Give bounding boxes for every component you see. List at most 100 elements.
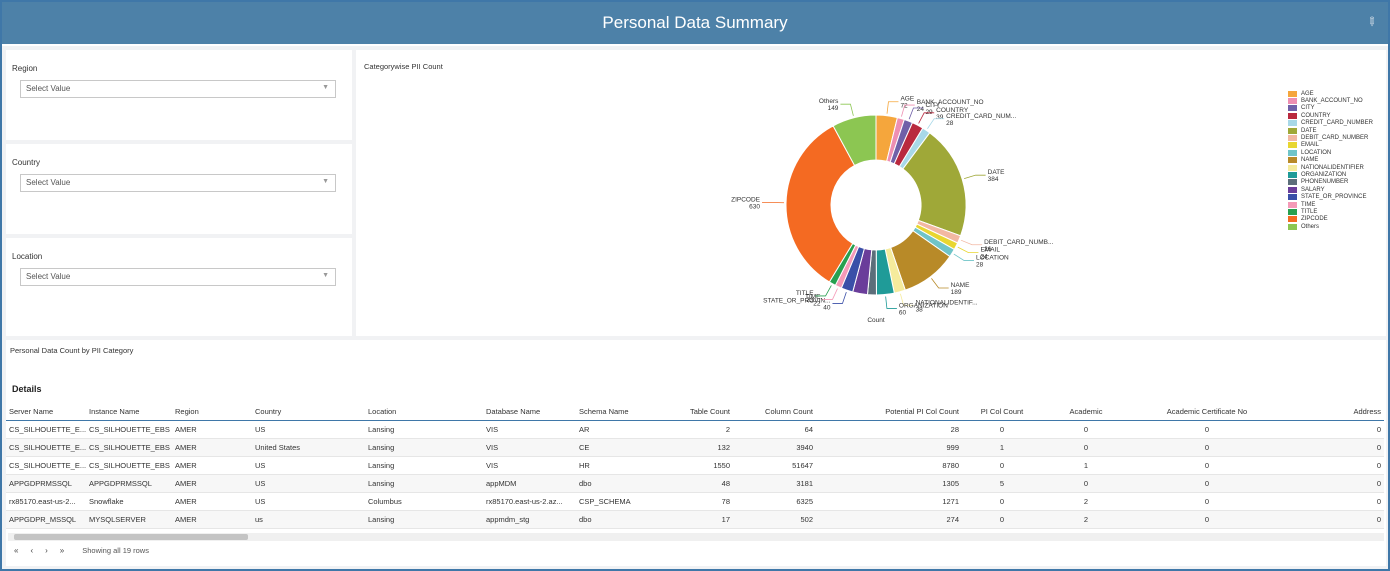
region-select-placeholder: Select Value bbox=[26, 84, 71, 93]
table-cell: VIS bbox=[483, 456, 576, 475]
table-cell: 1550 bbox=[648, 456, 733, 475]
table-cell: 2 bbox=[648, 420, 733, 439]
legend-swatch bbox=[1288, 112, 1297, 119]
column-header[interactable]: Region bbox=[172, 403, 252, 421]
scrollbar-thumb[interactable] bbox=[14, 534, 248, 540]
table-row[interactable]: APPGDPR_MSSQL MYSQLSERVER AMER us Lansing app… bbox=[6, 510, 1384, 529]
slice-value-label: 149 bbox=[828, 105, 839, 112]
legend-item[interactable]: EMAIL bbox=[1288, 142, 1373, 149]
legend-item[interactable]: Others bbox=[1288, 223, 1373, 230]
table-cell: 5 bbox=[962, 474, 1042, 493]
column-header[interactable]: Location bbox=[365, 403, 483, 421]
column-header[interactable]: Table Count bbox=[648, 403, 733, 421]
dashboard-frame: Personal Data Summary ✎ Region Select Va… bbox=[0, 0, 1390, 571]
column-header[interactable]: Schema Name bbox=[576, 403, 648, 421]
legend-item[interactable]: SALARY bbox=[1288, 186, 1373, 193]
column-header[interactable]: Country bbox=[252, 403, 365, 421]
chevron-down-icon: ▼ bbox=[322, 178, 329, 185]
legend-item[interactable]: ORGANIZATION bbox=[1288, 171, 1373, 178]
table-cell: 48 bbox=[648, 474, 733, 493]
region-filter-panel: Region Select Value ▼ bbox=[6, 50, 352, 140]
legend-item[interactable]: NAME bbox=[1288, 157, 1373, 164]
table-row[interactable]: CS_SILHOUETTE_E... CS_SILHOUETTE_EBS AMER U… bbox=[6, 438, 1384, 457]
legend-label: LOCATION bbox=[1301, 149, 1332, 156]
legend-swatch bbox=[1288, 157, 1297, 164]
column-header[interactable]: Database Name bbox=[483, 403, 576, 421]
horizontal-scrollbar[interactable] bbox=[8, 533, 1384, 541]
table-cell: 0 bbox=[1284, 492, 1384, 511]
table-cell: 1271 bbox=[816, 492, 962, 511]
table-cell: AMER bbox=[172, 510, 252, 529]
column-header[interactable]: Address bbox=[1284, 403, 1384, 421]
legend-item[interactable]: PHONENUMBER bbox=[1288, 179, 1373, 186]
table-cell: 0 bbox=[962, 456, 1042, 475]
chevron-down-icon: ▼ bbox=[322, 84, 329, 91]
table-cell: APPGDPRMSSQL bbox=[86, 474, 172, 493]
legend-item[interactable]: AGE bbox=[1288, 90, 1373, 97]
slice-label: STATE_OR_PROVIN... bbox=[763, 297, 830, 304]
pii-table-panel: Personal Data Count by PII Category Deta… bbox=[6, 340, 1386, 566]
chart-legend: AGE BANK_ACCOUNT_NO CITY COUNTRY CREDIT_CARD… bbox=[1288, 90, 1373, 230]
legend-label: Others bbox=[1301, 223, 1320, 230]
table-cell: APPGDPR_MSSQL bbox=[6, 510, 86, 529]
table-row[interactable]: CS_SILHOUETTE_E... CS_SILHOUETTE_EBS AMER U… bbox=[6, 420, 1384, 439]
pii-donut-chart: AGE72BANK_ACCOUNT_NO24CITY29 COUNTRY39 CRE… bbox=[731, 96, 1054, 324]
column-header[interactable]: Instance Name bbox=[86, 403, 172, 421]
legend-item[interactable]: COUNTRY bbox=[1288, 112, 1373, 119]
table-cell: 2 bbox=[1042, 510, 1130, 529]
legend-item[interactable]: NATIONALIDENTIFIER bbox=[1288, 164, 1373, 171]
region-select[interactable]: Select Value ▼ bbox=[20, 80, 336, 98]
legend-item[interactable]: LOCATION bbox=[1288, 149, 1373, 156]
table-cell: 0 bbox=[962, 420, 1042, 439]
legend-item[interactable]: STATE_OR_PROVINCE bbox=[1288, 193, 1373, 201]
legend-swatch bbox=[1288, 164, 1297, 171]
legend-item[interactable]: DEBIT_CARD_NUMBER bbox=[1288, 134, 1373, 142]
legend-label: ORGANIZATION bbox=[1301, 171, 1347, 178]
table-row[interactable]: rx85170.east-us-2... Snowflake AMER US Colum… bbox=[6, 492, 1384, 511]
slice-label: EMAIL bbox=[980, 247, 1000, 254]
column-header[interactable]: Academic bbox=[1042, 403, 1130, 421]
first-page-button[interactable]: « bbox=[14, 546, 18, 555]
table-row[interactable]: CS_SILHOUETTE_E... CS_SILHOUETTE_EBS AMER U… bbox=[6, 456, 1384, 475]
column-header[interactable]: Column Count bbox=[733, 403, 816, 421]
table-cell: CS_SILHOUETTE_EBS bbox=[86, 456, 172, 475]
table-cell: 999 bbox=[816, 438, 962, 457]
legend-item[interactable]: ZIPCODE bbox=[1288, 216, 1373, 223]
legend-swatch bbox=[1288, 135, 1297, 142]
column-header[interactable]: Potential PI Col Count bbox=[816, 403, 962, 421]
table-cell: 0 bbox=[1284, 456, 1384, 475]
legend-swatch bbox=[1288, 201, 1297, 208]
legend-label: CREDIT_CARD_NUMBER bbox=[1301, 120, 1374, 127]
legend-label: SALARY bbox=[1301, 186, 1325, 193]
column-header[interactable]: PI Col Count bbox=[962, 403, 1042, 421]
next-page-button[interactable]: › bbox=[45, 546, 48, 555]
table-cell: 1 bbox=[1042, 456, 1130, 475]
legend-label: CITY bbox=[1301, 105, 1315, 112]
details-table-viewport[interactable]: Server Name Instance Name Region Country Loc… bbox=[6, 403, 1386, 533]
edit-pencil-icon[interactable]: ✎ bbox=[1363, 13, 1383, 33]
column-header[interactable]: Server Name bbox=[6, 403, 86, 421]
legend-item[interactable]: DATE bbox=[1288, 127, 1373, 134]
table-cell: US bbox=[252, 456, 365, 475]
last-page-button[interactable]: » bbox=[60, 546, 64, 555]
table-cell: rx85170.east-us-2... bbox=[6, 492, 86, 511]
legend-item[interactable]: CREDIT_CARD_NUMBER bbox=[1288, 120, 1373, 127]
legend-swatch bbox=[1288, 171, 1297, 178]
column-header[interactable]: Academic Certificate No bbox=[1130, 403, 1284, 421]
table-cell: 132 bbox=[648, 438, 733, 457]
table-cell: 1 bbox=[962, 438, 1042, 457]
table-cell: dbo bbox=[576, 510, 648, 529]
prev-page-button[interactable]: ‹ bbox=[30, 546, 33, 555]
table-row[interactable]: APPGDPRMSSQL APPGDPRMSSQL AMER US Lansing app… bbox=[6, 474, 1384, 493]
legend-swatch bbox=[1288, 194, 1297, 201]
legend-item[interactable]: CITY bbox=[1288, 105, 1373, 112]
country-select[interactable]: Select Value ▼ bbox=[20, 174, 336, 192]
slice-value-label: 28 bbox=[946, 120, 954, 127]
table-cell: dbo bbox=[576, 474, 648, 493]
legend-item[interactable]: TIME bbox=[1288, 201, 1373, 208]
legend-item[interactable]: BANK_ACCOUNT_NO bbox=[1288, 97, 1373, 105]
legend-item[interactable]: TITLE bbox=[1288, 208, 1373, 215]
location-select[interactable]: Select Value ▼ bbox=[20, 268, 336, 286]
slice-value-label: 630 bbox=[749, 203, 760, 210]
table-cell: 1305 bbox=[816, 474, 962, 493]
